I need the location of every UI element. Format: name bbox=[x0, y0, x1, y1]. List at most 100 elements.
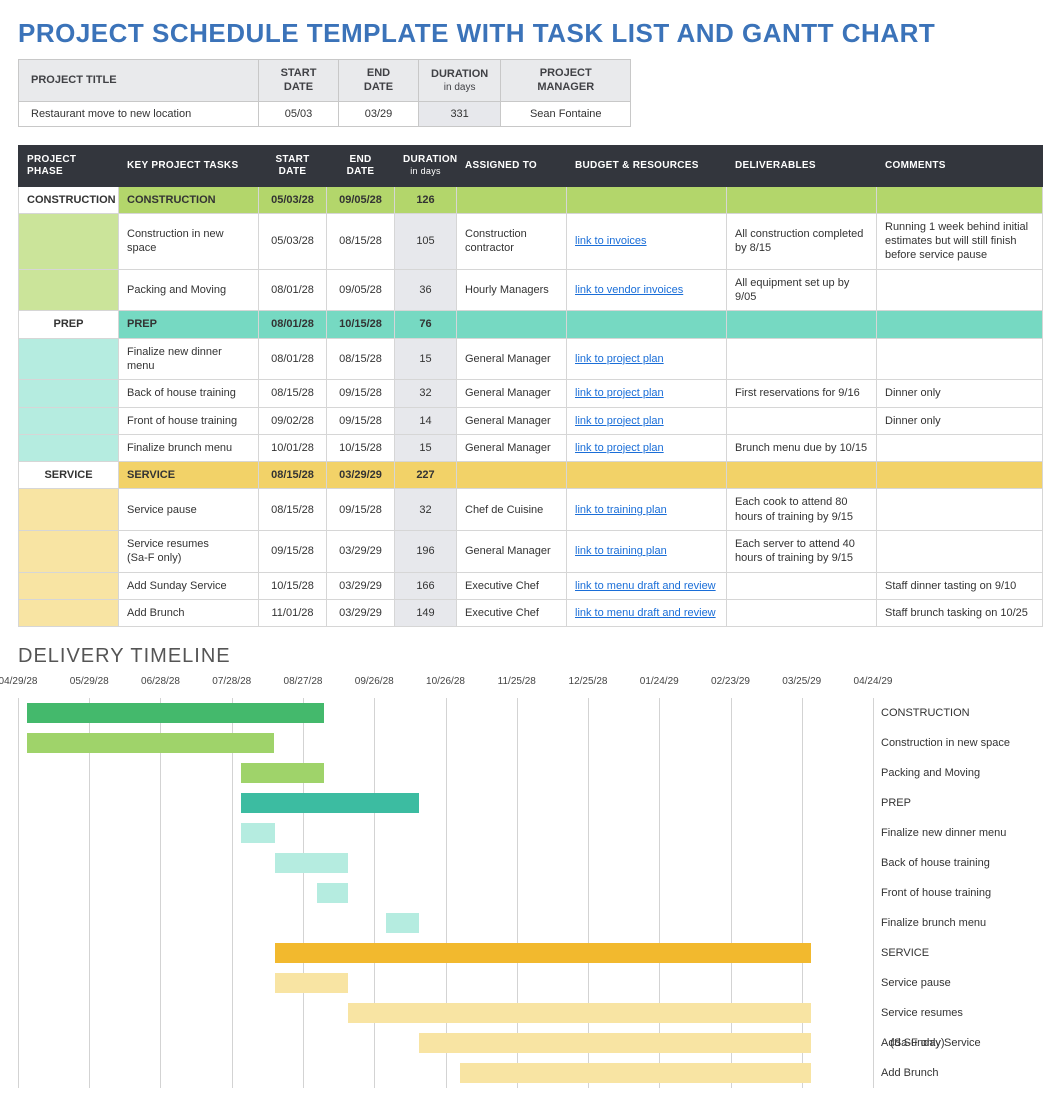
task-cell: Finalize brunch menu bbox=[119, 434, 259, 461]
phase-cell bbox=[19, 407, 119, 434]
th-assigned: ASSIGNED TO bbox=[457, 145, 567, 186]
assigned-cell: Hourly Managers bbox=[457, 269, 567, 311]
task-cell: Back of house training bbox=[119, 380, 259, 407]
comments-cell: Dinner only bbox=[877, 407, 1043, 434]
budget-cell[interactable]: link to training plan bbox=[567, 531, 727, 573]
gantt-bar bbox=[419, 1033, 811, 1053]
duration-cell: 149 bbox=[395, 599, 457, 626]
end-cell: 09/15/28 bbox=[327, 407, 395, 434]
gantt-bar bbox=[241, 793, 419, 813]
start-cell: 10/15/28 bbox=[259, 572, 327, 599]
gantt-label: Finalize brunch menu bbox=[881, 908, 1043, 938]
duration-cell: 227 bbox=[395, 462, 457, 489]
deliverables-cell: Each server to attend 40 hours of traini… bbox=[727, 531, 877, 573]
task-cell: PREP bbox=[119, 311, 259, 338]
deliverables-cell: Each cook to attend 80 hours of training… bbox=[727, 489, 877, 531]
budget-cell[interactable]: link to project plan bbox=[567, 434, 727, 461]
end-cell: 08/15/28 bbox=[327, 213, 395, 269]
assigned-cell: General Manager bbox=[457, 338, 567, 380]
gantt-row bbox=[18, 818, 873, 848]
resource-link[interactable]: link to project plan bbox=[575, 442, 664, 454]
gantt-bar bbox=[275, 973, 349, 993]
deliverables-cell bbox=[727, 186, 877, 213]
deliverables-cell bbox=[727, 407, 877, 434]
budget-cell[interactable]: link to menu draft and review bbox=[567, 572, 727, 599]
resource-link[interactable]: link to project plan bbox=[575, 415, 664, 427]
info-header-title: PROJECT TITLE bbox=[19, 60, 259, 102]
comments-cell bbox=[877, 269, 1043, 311]
gantt-bar bbox=[275, 853, 349, 873]
resource-link[interactable]: link to invoices bbox=[575, 235, 647, 247]
gantt-bar bbox=[27, 733, 274, 753]
start-cell: 09/02/28 bbox=[259, 407, 327, 434]
gantt-row bbox=[18, 878, 873, 908]
assigned-cell: General Manager bbox=[457, 407, 567, 434]
comments-cell bbox=[877, 434, 1043, 461]
axis-tick: 07/28/28 bbox=[212, 676, 251, 687]
duration-cell: 126 bbox=[395, 186, 457, 213]
start-cell: 08/01/28 bbox=[259, 338, 327, 380]
comments-cell: Dinner only bbox=[877, 380, 1043, 407]
resource-link[interactable]: link to training plan bbox=[575, 545, 667, 557]
gantt-label: Add Brunch bbox=[881, 1058, 1043, 1088]
th-budget: BUDGET & RESOURCES bbox=[567, 145, 727, 186]
phase-cell: CONSTRUCTION bbox=[19, 186, 119, 213]
budget-cell[interactable]: link to project plan bbox=[567, 380, 727, 407]
info-header-manager: PROJECT MANAGER bbox=[501, 60, 631, 102]
comments-cell: Running 1 week behind initial estimates … bbox=[877, 213, 1043, 269]
gantt-bar bbox=[386, 913, 419, 933]
resource-link[interactable]: link to vendor invoices bbox=[575, 284, 683, 296]
assigned-cell: Executive Chef bbox=[457, 599, 567, 626]
info-header-duration: DURATIONin days bbox=[419, 60, 501, 102]
end-cell: 03/29/29 bbox=[327, 531, 395, 573]
budget-cell[interactable]: link to vendor invoices bbox=[567, 269, 727, 311]
gantt-row bbox=[18, 998, 873, 1028]
resource-link[interactable]: link to project plan bbox=[575, 387, 664, 399]
budget-cell[interactable]: link to training plan bbox=[567, 489, 727, 531]
end-cell: 03/29/29 bbox=[327, 599, 395, 626]
resource-link[interactable]: link to project plan bbox=[575, 353, 664, 365]
gantt-label: CONSTRUCTION bbox=[881, 698, 1043, 728]
phase-cell bbox=[19, 531, 119, 573]
assigned-cell: General Manager bbox=[457, 380, 567, 407]
phase-cell bbox=[19, 380, 119, 407]
task-cell: Construction in new space bbox=[119, 213, 259, 269]
start-cell: 10/01/28 bbox=[259, 434, 327, 461]
task-cell: Service pause bbox=[119, 489, 259, 531]
resource-link[interactable]: link to menu draft and review bbox=[575, 607, 716, 619]
resource-link[interactable]: link to training plan bbox=[575, 504, 667, 516]
gantt-bar bbox=[348, 1003, 811, 1023]
gantt-label: PREP bbox=[881, 788, 1043, 818]
axis-tick: 01/24/29 bbox=[640, 676, 679, 687]
axis-tick: 11/25/28 bbox=[498, 676, 536, 687]
th-end: END DATE bbox=[327, 145, 395, 186]
gantt-label: Construction in new space bbox=[881, 728, 1043, 758]
task-table: PROJECT PHASE KEY PROJECT TASKS START DA… bbox=[18, 145, 1043, 628]
th-key-tasks: KEY PROJECT TASKS bbox=[119, 145, 259, 186]
phase-cell bbox=[19, 213, 119, 269]
start-cell: 08/01/28 bbox=[259, 311, 327, 338]
axis-tick: 03/25/29 bbox=[782, 676, 821, 687]
gantt-chart: 04/29/2805/29/2806/28/2807/28/2808/27/28… bbox=[18, 676, 1043, 1088]
end-cell: 08/15/28 bbox=[327, 338, 395, 380]
gantt-bar bbox=[241, 823, 274, 843]
deliverables-cell bbox=[727, 599, 877, 626]
gantt-label: Add Sunday Service bbox=[881, 1028, 1043, 1058]
info-duration: 331 bbox=[419, 101, 501, 126]
assigned-cell: Executive Chef bbox=[457, 572, 567, 599]
end-cell: 10/15/28 bbox=[327, 434, 395, 461]
info-project-manager: Sean Fontaine bbox=[501, 101, 631, 126]
budget-cell[interactable]: link to menu draft and review bbox=[567, 599, 727, 626]
gantt-bar bbox=[275, 943, 812, 963]
budget-cell[interactable]: link to project plan bbox=[567, 338, 727, 380]
comments-cell bbox=[877, 186, 1043, 213]
budget-cell[interactable]: link to invoices bbox=[567, 213, 727, 269]
assigned-cell: General Manager bbox=[457, 434, 567, 461]
gantt-label: Service resumes (Sa-F only) bbox=[881, 998, 1043, 1028]
task-cell: Add Sunday Service bbox=[119, 572, 259, 599]
axis-tick: 09/26/28 bbox=[355, 676, 394, 687]
resource-link[interactable]: link to menu draft and review bbox=[575, 580, 716, 592]
info-project-title: Restaurant move to new location bbox=[19, 101, 259, 126]
budget-cell[interactable]: link to project plan bbox=[567, 407, 727, 434]
gantt-label: Finalize new dinner menu bbox=[881, 818, 1043, 848]
